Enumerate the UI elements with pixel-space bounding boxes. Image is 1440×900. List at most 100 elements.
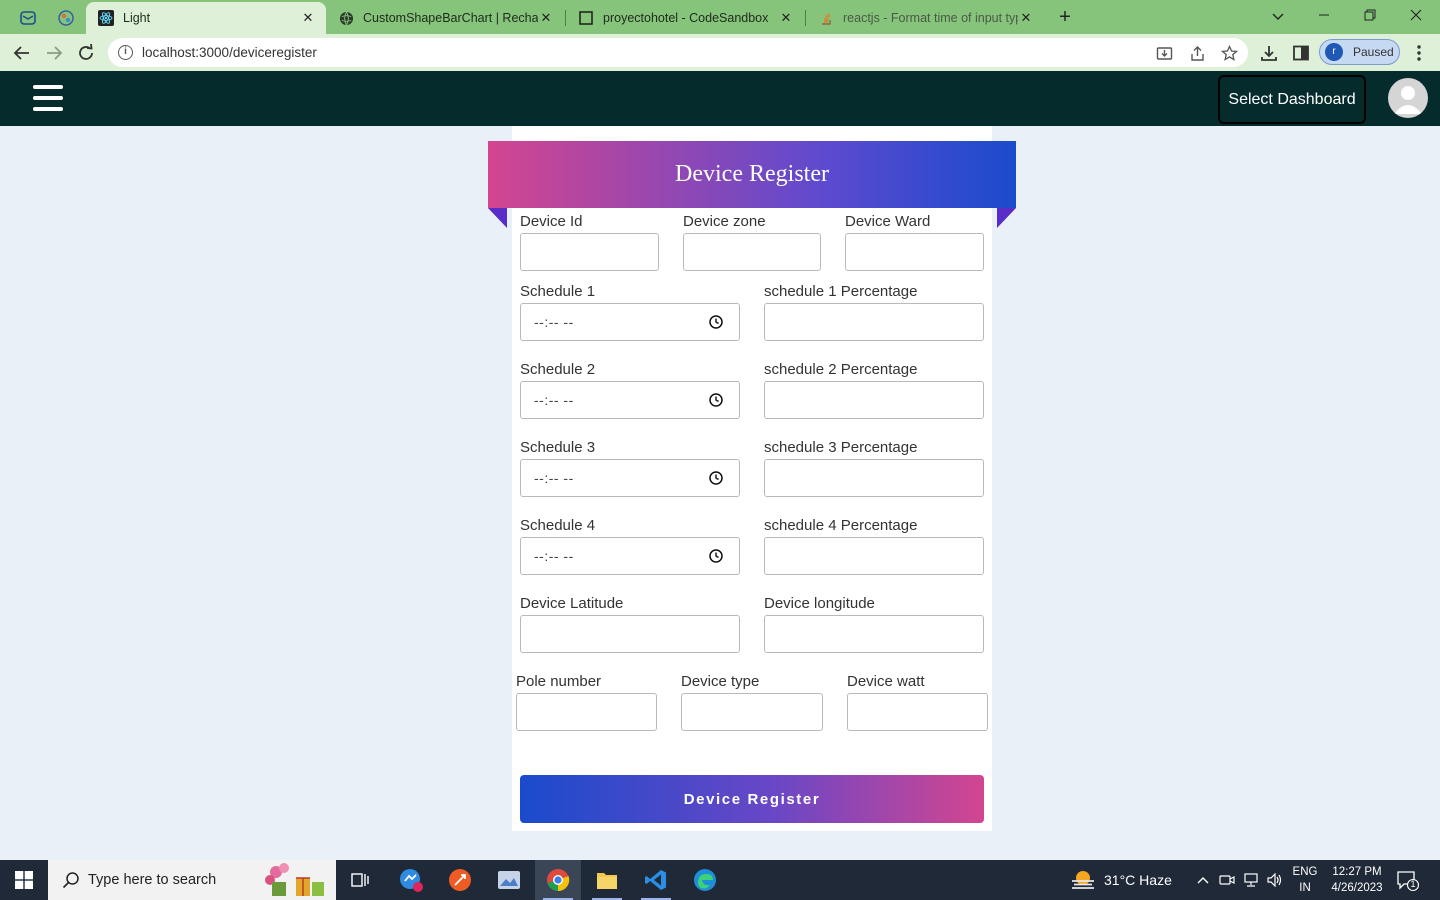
schedule-2-time-input[interactable]: --:-- --	[520, 381, 740, 419]
pinned-tab-mail[interactable]	[13, 5, 43, 31]
device-latitude-label: Device Latitude	[520, 595, 624, 612]
show-hidden-icons-chevron-icon[interactable]	[1194, 870, 1212, 890]
messenger-app-icon[interactable]	[388, 860, 434, 900]
schedule-4-percentage-label: schedule 4 Percentage	[764, 517, 918, 534]
tab-codesandbox[interactable]: proyectohotel - CodeSandbox ✕	[566, 2, 804, 34]
side-panel-icon[interactable]	[1290, 42, 1312, 64]
share-icon[interactable]	[1188, 44, 1206, 62]
close-tab-icon[interactable]: ✕	[538, 10, 554, 26]
hamburger-menu-icon[interactable]	[33, 85, 63, 111]
banner-fold-right	[997, 208, 1016, 228]
language-code: ENG	[1292, 866, 1318, 878]
site-info-icon[interactable]: i	[118, 45, 133, 60]
taskbar-clock[interactable]: 12:27 PM 4/26/2023	[1324, 864, 1390, 896]
browser-tab-strip: Light ✕ CustomShapeBarChart | Recharts ✕…	[0, 0, 1440, 34]
schedule-1-label: Schedule 1	[520, 283, 596, 300]
device-zone-label: Device zone	[683, 213, 766, 230]
schedule-3-percentage-input[interactable]	[764, 459, 984, 497]
restore-button[interactable]	[1356, 4, 1384, 28]
new-tab-button[interactable]: +	[1054, 6, 1076, 28]
downloads-icon[interactable]	[1258, 42, 1280, 64]
tab-title: reactjs - Format time of input typ	[843, 11, 1018, 25]
close-tab-icon[interactable]: ✕	[1018, 10, 1034, 26]
device-ward-input[interactable]	[845, 233, 984, 271]
pole-number-input[interactable]	[516, 693, 657, 731]
schedule-2-label: Schedule 2	[520, 361, 596, 378]
forward-button[interactable]	[42, 41, 66, 65]
postman-app-icon[interactable]	[437, 860, 483, 900]
schedule-1-percentage-input[interactable]	[764, 303, 984, 341]
tab-stackoverflow[interactable]: reactjs - Format time of input typ ✕	[806, 2, 1044, 34]
schedule-3-time-input[interactable]: --:-- --	[520, 459, 740, 497]
search-placeholder: Type here to search	[88, 872, 217, 888]
time-placeholder: --:-- --	[534, 314, 574, 330]
bookmark-star-icon[interactable]	[1220, 44, 1238, 62]
tab-search-icon[interactable]	[1264, 4, 1292, 28]
clock-time: 12:27 PM	[1332, 866, 1382, 878]
profile-avatar: r	[1325, 43, 1343, 61]
stackoverflow-icon	[818, 10, 834, 26]
tab-title: CustomShapeBarChart | Recharts	[363, 11, 538, 25]
notification-count: 1	[1410, 879, 1416, 889]
photos-taskbar-icon[interactable]	[486, 860, 532, 900]
close-tab-icon[interactable]: ✕	[300, 10, 316, 26]
device-register-button[interactable]: Device Register	[520, 775, 984, 823]
address-bar[interactable]: i localhost:3000/deviceregister	[108, 38, 1248, 67]
reload-button[interactable]	[74, 41, 98, 65]
pinned-tab-photos[interactable]	[51, 5, 81, 31]
windows-taskbar: Type here to search 31°C Haze ENG IN 12:…	[0, 860, 1440, 900]
select-dashboard-button[interactable]: Select Dashboard	[1218, 75, 1366, 124]
device-watt-label: Device watt	[847, 673, 925, 690]
schedule-2-percentage-input[interactable]	[764, 381, 984, 419]
edge-app-icon[interactable]	[682, 860, 728, 900]
clock-icon[interactable]	[709, 471, 723, 485]
tab-light[interactable]: Light ✕	[86, 2, 326, 34]
schedule-4-percentage-input[interactable]	[764, 537, 984, 575]
device-watt-input[interactable]	[847, 693, 988, 731]
clock-icon[interactable]	[709, 549, 723, 563]
clock-icon[interactable]	[709, 315, 723, 329]
clock-icon[interactable]	[709, 393, 723, 407]
close-window-button[interactable]	[1402, 4, 1430, 28]
profile-chip[interactable]: r Paused	[1319, 39, 1400, 65]
device-id-input[interactable]	[520, 233, 659, 271]
app-header: Select Dashboard	[0, 71, 1440, 126]
file-explorer-icon[interactable]	[584, 860, 630, 900]
vscode-app-icon[interactable]	[633, 860, 679, 900]
minimize-button[interactable]	[1310, 4, 1338, 28]
banner-fold-left	[488, 208, 507, 228]
chrome-app-icon[interactable]	[535, 860, 581, 900]
windows-start-icon[interactable]	[0, 860, 48, 900]
user-avatar-icon[interactable]	[1388, 78, 1428, 118]
browser-toolbar: i localhost:3000/deviceregister r Paused	[0, 34, 1440, 71]
schedule-4-time-input[interactable]: --:-- --	[520, 537, 740, 575]
weather-widget[interactable]: 31°C Haze	[1070, 860, 1180, 900]
device-zone-input[interactable]	[683, 233, 821, 271]
taskbar-search-box[interactable]: Type here to search	[48, 860, 336, 900]
codesandbox-icon	[578, 10, 594, 26]
install-app-icon[interactable]	[1155, 44, 1173, 62]
close-tab-icon[interactable]: ✕	[778, 10, 794, 26]
meet-now-icon[interactable]	[1218, 870, 1236, 890]
notification-center-icon[interactable]: 1	[1396, 870, 1420, 892]
volume-icon[interactable]	[1266, 870, 1284, 890]
browser-menu-icon[interactable]	[1408, 42, 1430, 64]
clock-date: 4/26/2023	[1331, 882, 1383, 894]
schedule-1-time-input[interactable]: --:-- --	[520, 303, 740, 341]
task-view-icon[interactable]	[337, 860, 383, 900]
back-button[interactable]	[10, 41, 34, 65]
pole-number-label: Pole number	[516, 673, 602, 690]
input-language-indicator[interactable]: ENG IN	[1290, 864, 1320, 896]
photos-app-icon	[58, 10, 74, 26]
device-type-label: Device type	[681, 673, 760, 690]
device-longitude-input[interactable]	[764, 615, 984, 653]
schedule-3-label: Schedule 3	[520, 439, 596, 456]
device-ward-label: Device Ward	[845, 213, 931, 230]
arrow-left-icon	[13, 46, 29, 60]
device-type-input[interactable]	[681, 693, 823, 731]
tab-recharts[interactable]: CustomShapeBarChart | Recharts ✕	[326, 2, 564, 34]
time-placeholder: --:-- --	[534, 392, 574, 408]
device-latitude-input[interactable]	[520, 615, 740, 653]
tab-title: proyectohotel - CodeSandbox	[603, 11, 769, 25]
network-icon[interactable]	[1242, 870, 1260, 890]
